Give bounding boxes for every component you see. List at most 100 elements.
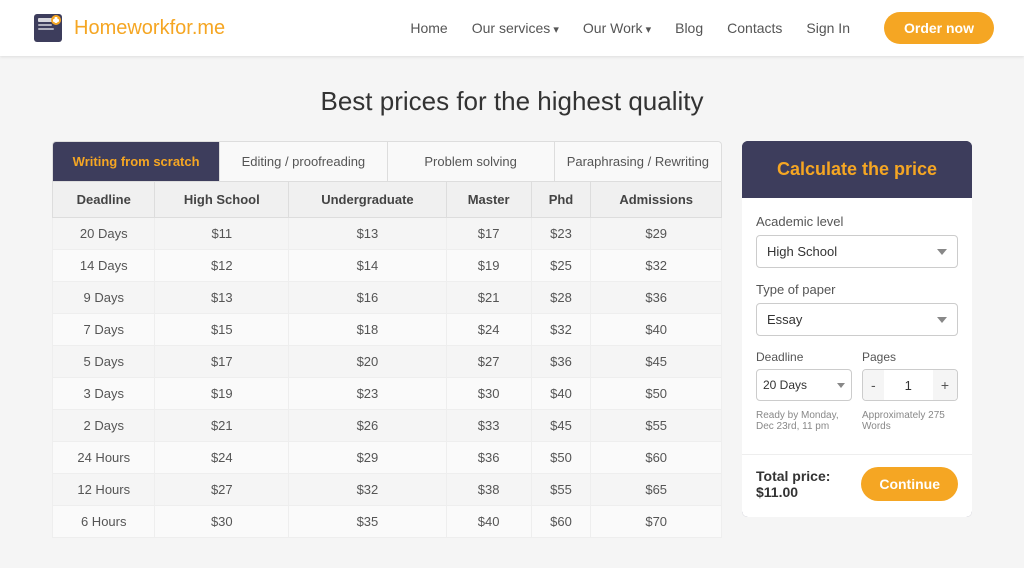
price-cell: $11 bbox=[155, 218, 289, 250]
nav-links: Home Our services Our Work Blog Contacts… bbox=[410, 12, 994, 44]
price-cell: $17 bbox=[155, 346, 289, 378]
col-header-deadline: Deadline bbox=[53, 182, 155, 218]
deadline-cell: 5 Days bbox=[53, 346, 155, 378]
table-row: 5 Days$17$20$27$36$45 bbox=[53, 346, 722, 378]
academic-level-select[interactable]: High SchoolUndergraduateMasterPhDAdmissi… bbox=[756, 235, 958, 268]
price-cell: $45 bbox=[591, 346, 722, 378]
price-cell: $32 bbox=[531, 314, 591, 346]
order-now-button[interactable]: Order now bbox=[884, 12, 994, 44]
price-cell: $50 bbox=[531, 442, 591, 474]
nav-blog[interactable]: Blog bbox=[675, 20, 703, 36]
table-row: 7 Days$15$18$24$32$40 bbox=[53, 314, 722, 346]
nav-services[interactable]: Our services bbox=[472, 20, 559, 36]
pages-plus-button[interactable]: + bbox=[933, 370, 957, 400]
deadline-cell: 2 Days bbox=[53, 410, 155, 442]
price-cell: $27 bbox=[155, 474, 289, 506]
price-cell: $33 bbox=[446, 410, 531, 442]
content-area: Writing from scratch Editing / proofread… bbox=[52, 141, 972, 538]
calc-footer: Total price: $11.00 Continue bbox=[742, 454, 972, 517]
price-cell: $12 bbox=[155, 250, 289, 282]
price-cell: $40 bbox=[531, 378, 591, 410]
deadline-cell: 7 Days bbox=[53, 314, 155, 346]
col-header-highschool: High School bbox=[155, 182, 289, 218]
navbar: Homeworkfor.me Home Our services Our Wor… bbox=[0, 0, 1024, 56]
deadline-cell: 9 Days bbox=[53, 282, 155, 314]
pages-value: 1 bbox=[884, 378, 933, 393]
price-cell: $32 bbox=[591, 250, 722, 282]
deadline-label: Deadline bbox=[756, 350, 852, 364]
pages-minus-button[interactable]: - bbox=[863, 370, 884, 400]
price-cell: $27 bbox=[446, 346, 531, 378]
academic-level-label: Academic level bbox=[756, 214, 958, 229]
table-row: 3 Days$19$23$30$40$50 bbox=[53, 378, 722, 410]
continue-button[interactable]: Continue bbox=[861, 467, 958, 501]
price-table: Deadline High School Undergraduate Maste… bbox=[52, 181, 722, 538]
price-cell: $19 bbox=[446, 250, 531, 282]
price-cell: $21 bbox=[155, 410, 289, 442]
price-cell: $21 bbox=[446, 282, 531, 314]
table-section: Writing from scratch Editing / proofread… bbox=[52, 141, 722, 538]
col-header-undergrad: Undergraduate bbox=[289, 182, 447, 218]
deadline-cell: 3 Days bbox=[53, 378, 155, 410]
price-cell: $26 bbox=[289, 410, 447, 442]
nav-signin[interactable]: Sign In bbox=[806, 20, 850, 36]
pages-col: Pages - 1 + bbox=[862, 350, 958, 401]
calc-header: Calculate the price bbox=[742, 141, 972, 198]
deadline-cell: 12 Hours bbox=[53, 474, 155, 506]
price-cell: $23 bbox=[289, 378, 447, 410]
price-cell: $29 bbox=[289, 442, 447, 474]
table-row: 6 Hours$30$35$40$60$70 bbox=[53, 506, 722, 538]
price-cell: $28 bbox=[531, 282, 591, 314]
tab-editing[interactable]: Editing / proofreading bbox=[220, 142, 387, 181]
paper-type-select[interactable]: EssayResearch PaperTerm PaperThesisDisse… bbox=[756, 303, 958, 336]
tab-paraphrasing[interactable]: Paraphrasing / Rewriting bbox=[555, 142, 721, 181]
price-cell: $24 bbox=[446, 314, 531, 346]
deadline-cell: 24 Hours bbox=[53, 442, 155, 474]
deadline-pages-row: Deadline 6 Hours12 Hours24 Hours2 Days3 … bbox=[756, 350, 958, 401]
price-cell: $23 bbox=[531, 218, 591, 250]
total-price: Total price: $11.00 bbox=[756, 468, 861, 500]
price-cell: $14 bbox=[289, 250, 447, 282]
price-cell: $15 bbox=[155, 314, 289, 346]
deadline-cell: 14 Days bbox=[53, 250, 155, 282]
tab-row: Writing from scratch Editing / proofread… bbox=[52, 141, 722, 181]
price-cell: $36 bbox=[591, 282, 722, 314]
logo[interactable]: Homeworkfor.me bbox=[30, 10, 225, 46]
price-cell: $36 bbox=[531, 346, 591, 378]
price-cell: $25 bbox=[531, 250, 591, 282]
deadline-select[interactable]: 6 Hours12 Hours24 Hours2 Days3 Days5 Day… bbox=[756, 369, 852, 401]
price-cell: $65 bbox=[591, 474, 722, 506]
col-header-master: Master bbox=[446, 182, 531, 218]
paper-type-label: Type of paper bbox=[756, 282, 958, 297]
tab-problem[interactable]: Problem solving bbox=[388, 142, 555, 181]
price-cell: $70 bbox=[591, 506, 722, 538]
table-row: 24 Hours$24$29$36$50$60 bbox=[53, 442, 722, 474]
calc-body: Academic level High SchoolUndergraduateM… bbox=[742, 198, 972, 454]
price-cell: $35 bbox=[289, 506, 447, 538]
deadline-col: Deadline 6 Hours12 Hours24 Hours2 Days3 … bbox=[756, 350, 852, 401]
deadline-cell: 6 Hours bbox=[53, 506, 155, 538]
price-cell: $30 bbox=[155, 506, 289, 538]
calculator: Calculate the price Academic level High … bbox=[742, 141, 972, 517]
col-header-phd: Phd bbox=[531, 182, 591, 218]
page-title: Best prices for the highest quality bbox=[52, 86, 972, 117]
tab-writing[interactable]: Writing from scratch bbox=[53, 142, 220, 181]
price-cell: $18 bbox=[289, 314, 447, 346]
nav-home[interactable]: Home bbox=[410, 20, 447, 36]
table-row: 9 Days$13$16$21$28$36 bbox=[53, 282, 722, 314]
table-row: 12 Hours$27$32$38$55$65 bbox=[53, 474, 722, 506]
pages-hint-col: Approximately 275 Words bbox=[862, 407, 958, 432]
pages-hint: Approximately 275 Words bbox=[862, 410, 958, 432]
price-cell: $16 bbox=[289, 282, 447, 314]
logo-text: Homeworkfor.me bbox=[74, 17, 225, 40]
price-cell: $60 bbox=[591, 442, 722, 474]
price-cell: $17 bbox=[446, 218, 531, 250]
price-cell: $13 bbox=[289, 218, 447, 250]
pages-label: Pages bbox=[862, 350, 958, 364]
nav-work[interactable]: Our Work bbox=[583, 20, 651, 36]
nav-contacts[interactable]: Contacts bbox=[727, 20, 782, 36]
price-cell: $55 bbox=[531, 474, 591, 506]
price-cell: $32 bbox=[289, 474, 447, 506]
price-cell: $60 bbox=[531, 506, 591, 538]
col-header-admissions: Admissions bbox=[591, 182, 722, 218]
